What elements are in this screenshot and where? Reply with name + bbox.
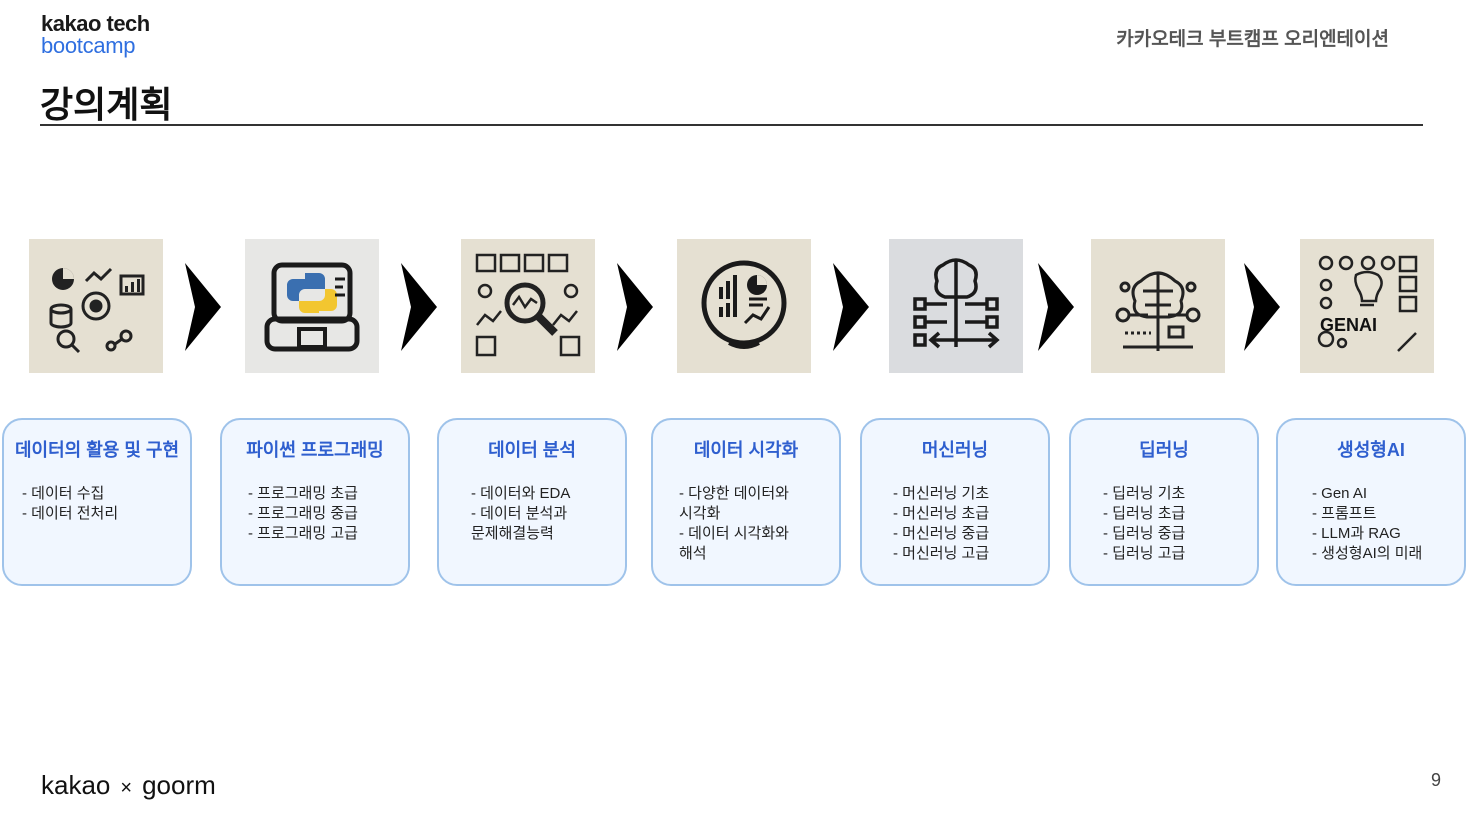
list-item: - 데이터와 EDA xyxy=(471,485,571,502)
deep-learning-icon xyxy=(1091,239,1225,373)
list-item: 해석 xyxy=(679,545,707,562)
genai-icon: GENAI xyxy=(1300,239,1434,373)
step-card-title: 데이터 분석 xyxy=(488,440,576,460)
step-card-machine-learning: 머신러닝 - 머신러닝 기초 - 머신러닝 초급 - 머신러닝 중급 - 머신러… xyxy=(860,418,1050,586)
list-item: 시각화 xyxy=(679,505,721,522)
list-item: - 딥러닝 기초 xyxy=(1103,485,1186,502)
list-item: - 다양한 데이터와 xyxy=(679,485,789,502)
step-card-deep-learning: 딥러닝 - 딥러닝 기초 - 딥러닝 초급 - 딥러닝 중급 - 딥러닝 고급 xyxy=(1069,418,1259,586)
list-item: - Gen AI xyxy=(1312,485,1368,502)
step-card-python: 파이썬 프로그래밍 - 프로그래밍 초급 - 프로그래밍 중급 - 프로그래밍 … xyxy=(220,418,410,586)
list-item: - 생성형AI의 미래 xyxy=(1312,545,1423,562)
kakao-wordmark: kakao xyxy=(41,770,111,800)
step-card-title: 딥러닝 xyxy=(1139,440,1189,460)
logo-separator: × xyxy=(120,777,133,799)
step-card-data-analysis: 데이터 분석 - 데이터와 EDA - 데이터 분석과 문제해결능력 xyxy=(437,418,627,586)
step-card-data-usage: 데이터의 활용 및 구현 - 데이터 수집 - 데이터 전처리 xyxy=(2,418,192,586)
list-item: - LLM과 RAG xyxy=(1312,525,1401,542)
step-card-title: 데이터 시각화 xyxy=(693,440,799,460)
list-item: - 데이터 분석과 xyxy=(471,505,568,522)
step-images-row: GENAI xyxy=(0,239,1469,375)
step-card-data-visualization: 데이터 시각화 - 다양한 데이터와 시각화 - 데이터 시각화와 해석 xyxy=(651,418,841,586)
flow-arrow-icon xyxy=(1244,263,1280,351)
list-item: - 머신러닝 기초 xyxy=(893,485,990,502)
list-item: - 머신러닝 초급 xyxy=(893,505,990,522)
flow-arrow-icon xyxy=(185,263,221,351)
goorm-wordmark: goorm xyxy=(142,770,216,800)
page-number: 9 xyxy=(1430,770,1441,790)
list-item: - 프롬프트 xyxy=(1312,505,1377,522)
step-card-title: 생성형AI xyxy=(1337,440,1405,460)
list-item: - 데이터 수집 xyxy=(22,485,105,502)
list-item: - 프로그래밍 초급 xyxy=(248,485,358,502)
flow-arrow-icon xyxy=(1038,263,1074,351)
python-laptop-icon xyxy=(245,239,379,373)
genai-label: GENAI xyxy=(1320,315,1377,335)
step-card-title: 파이썬 프로그래밍 xyxy=(246,440,384,460)
list-item: - 데이터 시각화와 xyxy=(679,525,789,542)
step-card-title: 머신러닝 xyxy=(921,440,989,460)
title-divider xyxy=(40,124,1423,126)
data-tools-icon xyxy=(29,239,163,373)
list-item: 문제해결능력 xyxy=(471,525,554,542)
kakao-goorm-logo: kakao × goorm xyxy=(41,770,216,801)
list-item: - 프로그래밍 중급 xyxy=(248,505,358,522)
list-item: - 머신러닝 고급 xyxy=(893,545,990,562)
list-item: - 머신러닝 중급 xyxy=(893,525,990,542)
header-subtitle: 카카오테크 부트캠프 오리엔테이션 xyxy=(1116,29,1389,50)
list-item: - 프로그래밍 고급 xyxy=(248,525,358,542)
data-visualization-icon xyxy=(677,239,811,373)
page-title: 강의계획 xyxy=(40,84,173,125)
list-item: - 데이터 전처리 xyxy=(22,505,119,522)
logo-line2: bootcamp xyxy=(41,33,136,58)
list-item: - 딥러닝 고급 xyxy=(1103,545,1186,562)
step-card-title: 데이터의 활용 및 구현 xyxy=(14,440,180,460)
flow-arrow-icon xyxy=(401,263,437,351)
flow-arrow-icon xyxy=(833,263,869,351)
kakao-tech-bootcamp-logo: kakao tech bootcamp xyxy=(41,13,150,57)
step-card-generative-ai: 생성형AI - Gen AI - 프롬프트 - LLM과 RAG - 생성형AI… xyxy=(1276,418,1466,586)
list-item: - 딥러닝 중급 xyxy=(1103,525,1186,542)
flow-arrow-icon xyxy=(617,263,653,351)
list-item: - 딥러닝 초급 xyxy=(1103,505,1186,522)
logo-line1: kakao tech xyxy=(41,11,150,36)
data-analysis-icon xyxy=(461,239,595,373)
machine-learning-icon xyxy=(889,239,1023,373)
